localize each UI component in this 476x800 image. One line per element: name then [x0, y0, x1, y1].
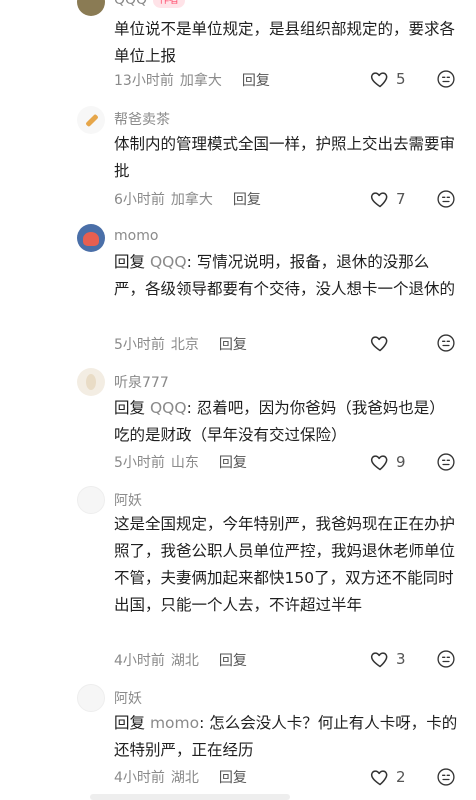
heart-outline-icon[interactable] [370, 69, 390, 89]
heart-outline-icon[interactable] [370, 333, 390, 353]
like-count: 5 [396, 70, 406, 88]
comment-time: 13小时前 [114, 73, 174, 89]
emoji-face-icon[interactable] [436, 649, 456, 669]
comment-text: 单位说不是单位规定，是县组织部规定的，要求各单位上报 [114, 20, 456, 65]
comment-meta: 4小时前 湖北 回复 [114, 767, 253, 787]
emoji-face-icon[interactable] [436, 69, 456, 89]
like-count: 7 [396, 190, 406, 208]
comment-author[interactable]: 帮爸卖茶 [114, 109, 170, 129]
avatar[interactable] [77, 0, 105, 16]
comment-author[interactable]: QQQ 作者 [114, 0, 186, 8]
reply-prefix: 回复 [114, 399, 146, 417]
bottom-input-edge[interactable] [90, 794, 290, 800]
comment-location: 湖北 [170, 770, 199, 786]
comment-location: 山东 [170, 455, 199, 471]
comment-author[interactable]: 阿妖 [114, 490, 142, 510]
comment-location: 北京 [170, 337, 199, 353]
comment-time: 4小时前 [114, 653, 165, 669]
comment-text: 这是全国规定，今年特别严，我爸妈现在正在办护照了，我爸公职人员单位严控，我妈退休… [114, 515, 456, 614]
reply-button[interactable]: 回复 [219, 653, 247, 669]
reply-button[interactable]: 回复 [219, 770, 247, 786]
emoji-face-icon[interactable] [436, 452, 456, 472]
author-tag: 作者 [153, 0, 186, 8]
avatar[interactable] [77, 368, 105, 396]
emoji-face-icon[interactable] [436, 767, 456, 787]
comment-time: 6小时前 [114, 192, 165, 208]
comment-text: 体制内的管理模式全国一样，护照上交出去需要审批 [114, 135, 456, 180]
comment-author[interactable]: 听泉777 [114, 372, 169, 392]
comment-meta: 4小时前 湖北 回复 [114, 650, 253, 670]
heart-outline-icon[interactable] [370, 189, 390, 209]
reply-target[interactable]: QQQ [150, 253, 187, 271]
comment-author[interactable]: momo [114, 228, 158, 244]
author-name[interactable]: QQQ [114, 0, 147, 8]
avatar[interactable] [77, 224, 105, 252]
like-count: 9 [396, 453, 406, 471]
comment-time: 5小时前 [114, 337, 165, 353]
reply-prefix: 回复 [114, 714, 146, 732]
reply-button[interactable]: 回复 [233, 192, 261, 208]
comment-time: 5小时前 [114, 455, 165, 471]
comment-location: 加拿大 [179, 73, 222, 89]
emoji-face-icon[interactable] [436, 333, 456, 353]
comment-location: 加拿大 [170, 192, 213, 208]
comment-text: 回复 momo: 怎么会没人卡？何止有人卡呀，卡的还特别严，正在经历 [114, 710, 458, 764]
reply-button[interactable]: 回复 [219, 455, 247, 471]
reply-target[interactable]: momo [150, 714, 199, 732]
comment-meta: 6小时前 加拿大 回复 [114, 189, 267, 209]
comment-time: 4小时前 [114, 770, 165, 786]
comment-text: 回复 QQQ: 忍着吧，因为你爸妈（我爸妈也是）吃的是财政（早年没有交过保险） [114, 395, 458, 449]
reply-target[interactable]: QQQ [150, 399, 187, 417]
reply-button[interactable]: 回复 [219, 337, 247, 353]
comment-text: 回复 QQQ: 写情况说明，报备，退休的没那么严，各级领导都要有个交待，没人想卡… [114, 249, 458, 303]
comment-meta: 13小时前 加拿大 回复 [114, 70, 276, 90]
avatar[interactable] [77, 106, 105, 134]
reply-prefix: 回复 [114, 253, 146, 271]
emoji-face-icon[interactable] [436, 189, 456, 209]
like-count: 3 [396, 650, 406, 668]
reply-button[interactable]: 回复 [242, 73, 270, 89]
like-count: 2 [396, 768, 406, 786]
comment-location: 湖北 [170, 653, 199, 669]
heart-outline-icon[interactable] [370, 649, 390, 669]
avatar[interactable] [77, 684, 105, 712]
comment-meta: 5小时前 山东 回复 [114, 452, 253, 472]
comment-meta: 5小时前 北京 回复 [114, 334, 253, 354]
comment-author[interactable]: 阿妖 [114, 688, 142, 708]
heart-outline-icon[interactable] [370, 767, 390, 787]
heart-outline-icon[interactable] [370, 452, 390, 472]
avatar[interactable] [77, 486, 105, 514]
